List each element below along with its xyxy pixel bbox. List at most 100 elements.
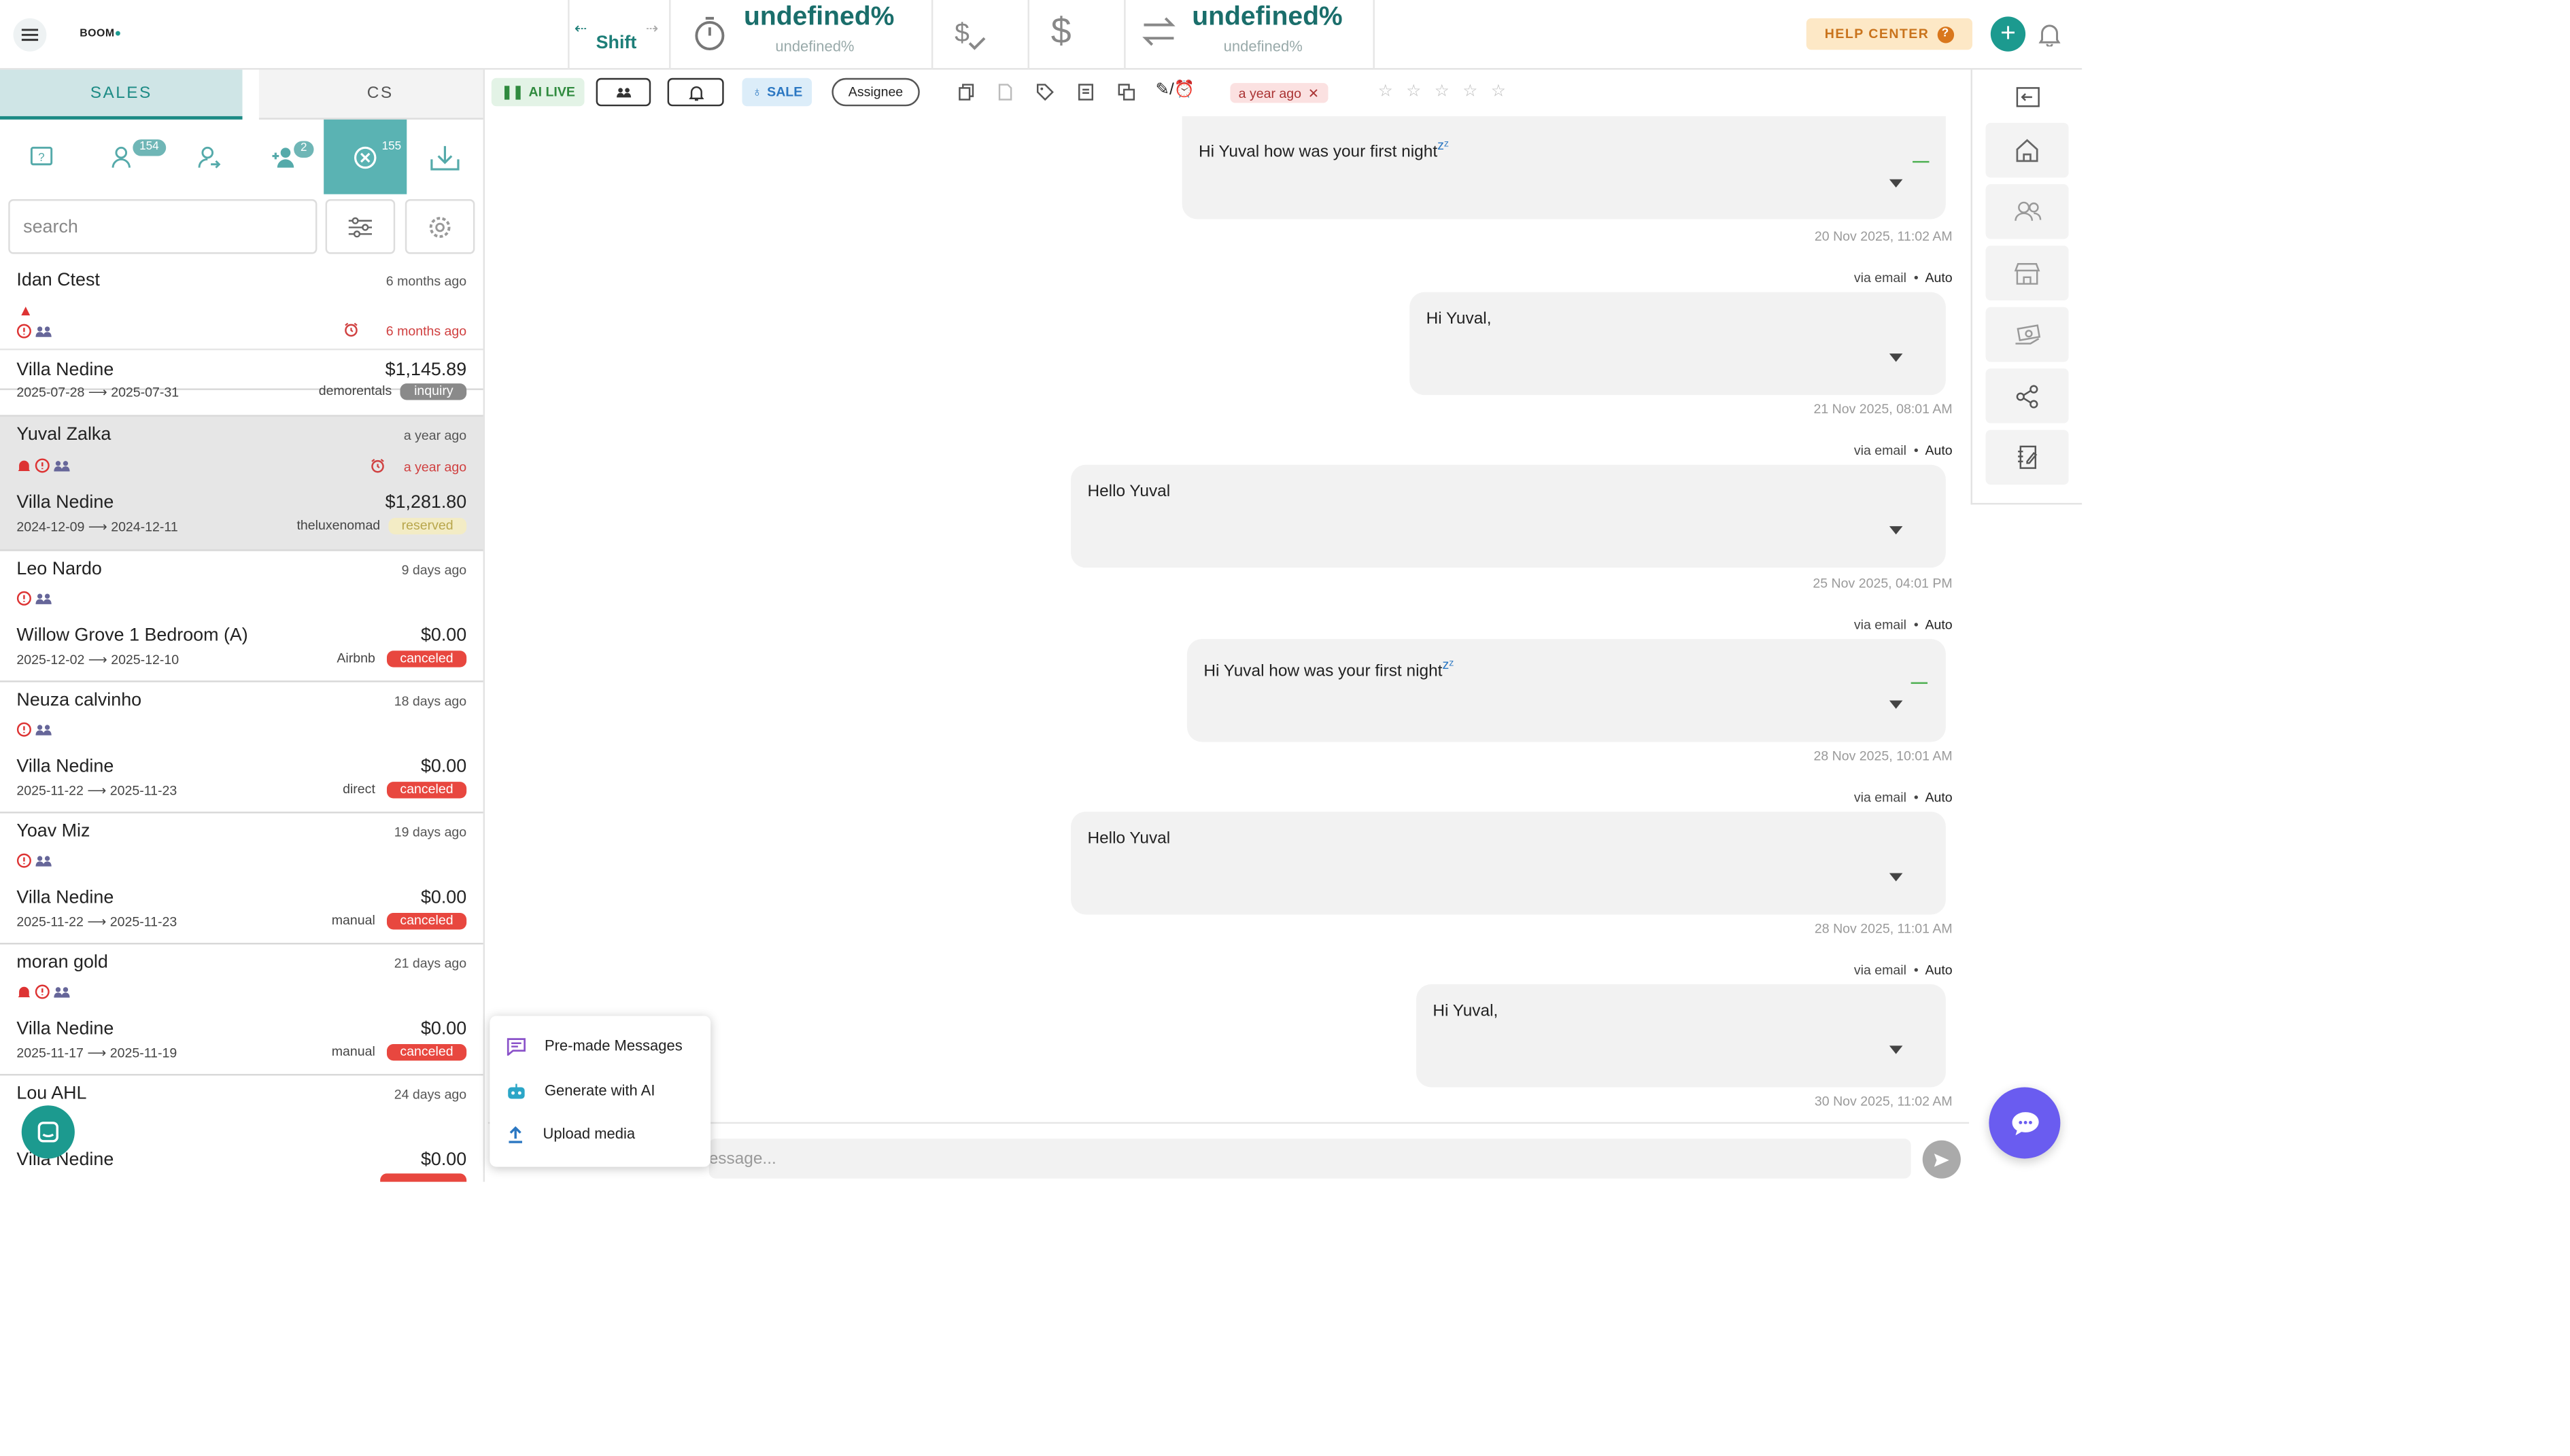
rating-star-2[interactable]: ☆ <box>1406 83 1421 101</box>
notes-button[interactable] <box>1985 430 2069 485</box>
ai-live-toggle[interactable]: ❚❚ AI LIVE <box>491 77 585 107</box>
edit-alarm-icon[interactable]: ✎/⏰ <box>1156 82 1195 100</box>
filter-tasks[interactable]: ? <box>0 120 83 194</box>
time-filter-chip[interactable]: a year ago ✕ <box>1230 83 1328 103</box>
expand-caret-icon[interactable] <box>1889 179 1903 188</box>
dollar-check-icon[interactable]: $ <box>953 15 987 52</box>
status-flags <box>16 853 53 868</box>
store-button[interactable] <box>1985 245 2069 300</box>
money-bag-icon: ♁ <box>752 84 762 100</box>
menu-item-generate-ai[interactable]: Generate with AI <box>490 1069 710 1112</box>
home-button[interactable] <box>1985 122 2069 178</box>
swap-arrows-icon <box>1141 16 1178 46</box>
conversation-item[interactable]: Neuza calvinho 18 days ago Villa Nedine … <box>0 682 483 814</box>
menu-item-premade-messages[interactable]: Pre-made Messages <box>490 1024 710 1067</box>
store-icon <box>2014 262 2040 284</box>
delivery-channel: via email • Auto <box>1853 443 1953 458</box>
inbox-download-icon <box>430 145 460 170</box>
message-text: Hi Yuval, <box>1433 1002 1498 1021</box>
message-bubble[interactable]: Hi Yuval, <box>1409 292 1946 396</box>
notifications-button[interactable] <box>667 77 724 107</box>
rating-star-1[interactable]: ☆ <box>1378 83 1393 101</box>
app-logo[interactable]: BOOM● <box>80 29 121 40</box>
conversation-item[interactable]: moran gold 21 days ago Villa Nedine $0.0… <box>0 944 483 1076</box>
settings-button[interactable] <box>405 199 475 254</box>
message-bubble[interactable]: Hello Yuval <box>1071 812 1946 915</box>
expand-caret-icon[interactable] <box>1889 700 1903 709</box>
price: $0.00 <box>420 888 467 908</box>
message-timestamp: 21 Nov 2025, 08:01 AM <box>1813 401 1953 417</box>
stay-dates: 2025-12-02 ⟶ 2025-12-10 <box>16 652 179 668</box>
document-icon[interactable] <box>998 83 1013 101</box>
translate-icon[interactable] <box>1117 83 1135 101</box>
sale-tag[interactable]: ♁ SALE <box>742 77 812 107</box>
divider <box>1913 160 1930 163</box>
conversation-item-selected[interactable]: Yuval Zalka a year ago a year ago Villa … <box>0 416 483 551</box>
expand-caret-icon[interactable] <box>1889 526 1903 535</box>
chat-support-button[interactable] <box>1989 1087 2061 1159</box>
delivery-channel: via email • Auto <box>1853 790 1953 805</box>
message-bubble[interactable]: Hi Yuval how was your first nightzᶻ <box>1186 639 1946 742</box>
tab-cs[interactable]: CS <box>258 69 483 120</box>
payments-button[interactable] <box>1985 307 2069 362</box>
conversation-item[interactable]: Leo Nardo 9 days ago Willow Grove 1 Bedr… <box>0 551 483 682</box>
bell-icon[interactable] <box>2038 22 2061 47</box>
status-badge: canceled <box>386 651 467 668</box>
stay-dates: 2025-07-28 ⟶ 2025-07-31 <box>16 385 179 400</box>
help-chat-widget-button[interactable] <box>21 1105 75 1159</box>
filter-inbox[interactable] <box>403 120 483 194</box>
bell-icon <box>688 85 704 101</box>
guests-icon <box>35 724 52 735</box>
conversation-item[interactable]: Yoav Miz 19 days ago Villa Nedine $0.00 … <box>0 814 483 945</box>
shift-label[interactable]: Shift <box>596 33 637 53</box>
property-name: Villa Nedine <box>16 1019 114 1039</box>
expand-caret-icon[interactable] <box>1889 1045 1903 1054</box>
message-text: Hello Yuval <box>1087 829 1171 848</box>
help-center-button[interactable]: HELP CENTER ? <box>1806 18 1972 50</box>
status-flags <box>16 458 71 473</box>
dollar-icon[interactable]: $ <box>1051 10 1072 53</box>
shift-prev-icon[interactable]: ⇠ <box>575 20 587 38</box>
last-message-time: a year ago <box>403 428 467 443</box>
alarm-icon <box>371 458 386 473</box>
hamburger-menu-button[interactable] <box>13 18 47 52</box>
share-icon <box>2016 384 2038 408</box>
rating-star-5[interactable]: ☆ <box>1491 83 1506 101</box>
share-button[interactable] <box>1985 368 2069 423</box>
rating-star-3[interactable]: ☆ <box>1435 83 1450 101</box>
reminder-time: 6 months ago <box>386 324 467 339</box>
message-timestamp: 30 Nov 2025, 11:02 AM <box>1814 1094 1953 1109</box>
shift-next-icon[interactable]: ⇢ <box>646 20 658 38</box>
copy-icon[interactable] <box>958 83 974 101</box>
collapse-panel-icon[interactable] <box>2015 86 2040 108</box>
receipt-icon[interactable] <box>1078 83 1094 101</box>
guests-icon <box>54 460 70 471</box>
send-button[interactable] <box>1922 1140 1961 1179</box>
add-button[interactable]: + <box>1990 16 2026 52</box>
message-bubble[interactable]: Hi Yuval how was your first nightzᶻ <box>1182 116 1946 220</box>
revenue-stat <box>1029 0 1126 70</box>
guests-panel-button[interactable] <box>1985 184 2069 239</box>
expand-caret-icon[interactable] <box>1889 873 1903 882</box>
filter-assigned[interactable] <box>166 120 249 194</box>
assignee-button[interactable]: Assignee <box>832 77 920 107</box>
tab-sales[interactable]: SALES <box>0 69 243 120</box>
expand-caret-icon[interactable] <box>1889 353 1903 362</box>
close-icon[interactable]: ✕ <box>1308 86 1319 101</box>
filter-add-user[interactable]: 2 <box>244 120 327 194</box>
search-input[interactable]: search <box>8 199 318 254</box>
pause-icon: ❚❚ <box>501 84 524 100</box>
tag-icon[interactable] <box>1036 83 1055 101</box>
message-bubble[interactable]: Hi Yuval, <box>1416 984 1946 1088</box>
message-input[interactable]: essage... <box>708 1139 1911 1179</box>
guests-button[interactable] <box>596 77 651 107</box>
menu-item-upload-media[interactable]: Upload media <box>490 1112 710 1155</box>
sale-label: SALE <box>767 84 803 100</box>
filter-guests[interactable]: 154 <box>83 120 166 194</box>
last-message-time: 24 days ago <box>394 1087 467 1103</box>
rating-star-4[interactable]: ☆ <box>1462 83 1477 101</box>
filters-button[interactable] <box>325 199 396 254</box>
message-bubble[interactable]: Hello Yuval <box>1071 464 1946 568</box>
filter-canceled[interactable]: 155 <box>324 119 407 194</box>
reservation-row[interactable]: Villa Nedine $1,145.89 2025-07-28 ⟶ 2025… <box>0 349 483 417</box>
